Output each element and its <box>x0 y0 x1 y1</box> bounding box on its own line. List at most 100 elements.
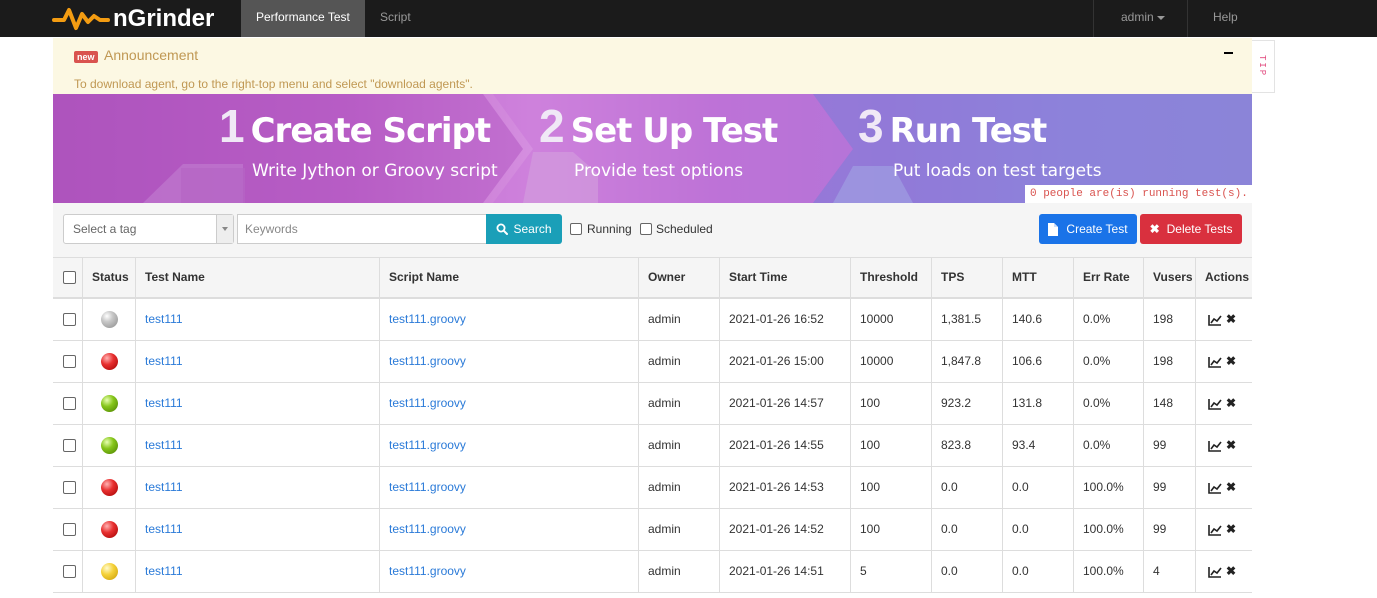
tip-tab[interactable]: TIP <box>1252 40 1275 93</box>
running-checkbox[interactable] <box>570 223 582 235</box>
search-button-label: Search <box>513 222 552 236</box>
test-name-cell: test111 <box>135 509 379 550</box>
delete-icon[interactable]: ✖ <box>1226 341 1236 382</box>
script-name-link[interactable]: test111.groovy <box>389 396 466 410</box>
test-name-link[interactable]: test111 <box>145 438 183 452</box>
row-checkbox[interactable] <box>63 313 76 326</box>
nav-help[interactable]: Help <box>1198 0 1253 37</box>
script-name-link[interactable]: test111.groovy <box>389 312 466 326</box>
tps-cell: 1,381.5 <box>931 299 1002 340</box>
delete-icon[interactable]: ✖ <box>1226 509 1236 550</box>
status-cell <box>82 341 135 382</box>
err-rate-cell-value: 0.0% <box>1083 438 1111 452</box>
chevron-down-icon <box>1156 15 1165 20</box>
row-checkbox[interactable] <box>63 523 76 536</box>
collapse-icon[interactable] <box>1224 52 1233 54</box>
mtt-cell: 93.4 <box>1002 425 1073 466</box>
delete-tests-button[interactable]: ✖ Delete Tests <box>1140 214 1242 244</box>
script-name-link[interactable]: test111.groovy <box>389 354 466 368</box>
header-owner[interactable]: Owner <box>638 258 719 298</box>
tag-select[interactable]: Select a tag <box>63 214 234 244</box>
header-tps[interactable]: TPS <box>931 258 1002 298</box>
scheduled-checkbox[interactable] <box>640 223 652 235</box>
script-name-link[interactable]: test111.groovy <box>389 438 466 452</box>
status-cell <box>82 467 135 508</box>
nav-script[interactable]: Script <box>365 0 426 37</box>
brand-logo[interactable]: nGrinder <box>52 0 214 37</box>
header-vusers[interactable]: Vusers <box>1143 258 1195 298</box>
vusers-cell: 99 <box>1143 425 1195 466</box>
script-name-cell: test111.groovy <box>379 551 638 592</box>
status-cell <box>82 509 135 550</box>
chart-icon[interactable] <box>1208 314 1222 326</box>
vusers-cell: 99 <box>1143 467 1195 508</box>
keywords-input[interactable] <box>237 214 487 244</box>
chart-icon[interactable] <box>1208 524 1222 536</box>
script-name-link[interactable]: test111.groovy <box>389 522 466 536</box>
chart-icon[interactable] <box>1208 398 1222 410</box>
header-start-time[interactable]: Start Time <box>719 258 850 298</box>
announcement-panel: new Announcement To download agent, go t… <box>53 38 1252 94</box>
row-checkbox[interactable] <box>63 481 76 494</box>
err-rate-cell-value: 100.0% <box>1083 522 1124 536</box>
test-name-link[interactable]: test111 <box>145 396 183 410</box>
header-status[interactable]: Status <box>82 258 135 298</box>
script-name-cell: test111.groovy <box>379 299 638 340</box>
actions-cell: ✖ <box>1195 383 1252 424</box>
delete-icon[interactable]: ✖ <box>1226 299 1236 340</box>
nav-performance-test[interactable]: Performance Test <box>241 0 365 37</box>
script-name-link[interactable]: test111.groovy <box>389 480 466 494</box>
start-time-cell: 2021-01-26 16:52 <box>719 299 850 340</box>
status-red-icon <box>101 521 118 538</box>
script-name-cell: test111.groovy <box>379 509 638 550</box>
vusers-cell-value: 99 <box>1153 438 1167 452</box>
chart-icon[interactable] <box>1208 482 1222 494</box>
test-name-link[interactable]: test111 <box>145 564 183 578</box>
delete-icon[interactable]: ✖ <box>1226 467 1236 508</box>
delete-icon[interactable]: ✖ <box>1226 383 1236 424</box>
user-menu[interactable]: admin <box>1106 0 1180 37</box>
step-set-up-test: 2 Set Up Test <box>539 102 778 160</box>
vusers-cell: 99 <box>1143 509 1195 550</box>
row-checkbox[interactable] <box>63 397 76 410</box>
row-checkbox[interactable] <box>63 565 76 578</box>
header-mtt[interactable]: MTT <box>1002 258 1073 298</box>
chart-icon[interactable] <box>1208 566 1222 578</box>
err-rate-cell-value: 0.0% <box>1083 354 1111 368</box>
row-checkbox[interactable] <box>63 439 76 452</box>
dropdown-arrow-icon[interactable] <box>216 215 233 243</box>
owner-cell: admin <box>638 467 719 508</box>
owner-cell: admin <box>638 383 719 424</box>
delete-icon[interactable]: ✖ <box>1226 425 1236 466</box>
status-cell <box>82 551 135 592</box>
vusers-cell: 4 <box>1143 551 1195 592</box>
row-checkbox[interactable] <box>63 355 76 368</box>
start-time-cell-value: 2021-01-26 16:52 <box>729 312 824 326</box>
step-title: Create Script <box>250 111 492 151</box>
mtt-cell-value: 131.8 <box>1012 396 1043 410</box>
start-time-cell-value: 2021-01-26 14:55 <box>729 438 824 452</box>
test-name-link[interactable]: test111 <box>145 312 183 326</box>
header-script-name[interactable]: Script Name <box>379 258 638 298</box>
header-threshold[interactable]: Threshold <box>850 258 931 298</box>
select-all-checkbox[interactable] <box>63 271 76 284</box>
status-green-icon <box>101 437 118 454</box>
chart-icon[interactable] <box>1208 356 1222 368</box>
err-rate-cell-value: 0.0% <box>1083 396 1111 410</box>
threshold-cell-value: 10000 <box>860 354 894 368</box>
test-name-link[interactable]: test111 <box>145 354 183 368</box>
vusers-cell-value: 99 <box>1153 522 1167 536</box>
create-test-button[interactable]: Create Test <box>1039 214 1137 244</box>
header-test-name[interactable]: Test Name <box>135 258 379 298</box>
delete-icon[interactable]: ✖ <box>1226 551 1236 592</box>
test-name-link[interactable]: test111 <box>145 480 183 494</box>
test-name-link[interactable]: test111 <box>145 522 183 536</box>
search-button[interactable]: Search <box>486 214 562 244</box>
script-name-link[interactable]: test111.groovy <box>389 564 466 578</box>
status-green-icon <box>101 395 118 412</box>
header-err-rate[interactable]: Err Rate <box>1073 258 1143 298</box>
test-name-cell: test111 <box>135 341 379 382</box>
step-subtitle: Provide test options <box>574 161 744 181</box>
chart-icon[interactable] <box>1208 440 1222 452</box>
test-name-cell: test111 <box>135 299 379 340</box>
